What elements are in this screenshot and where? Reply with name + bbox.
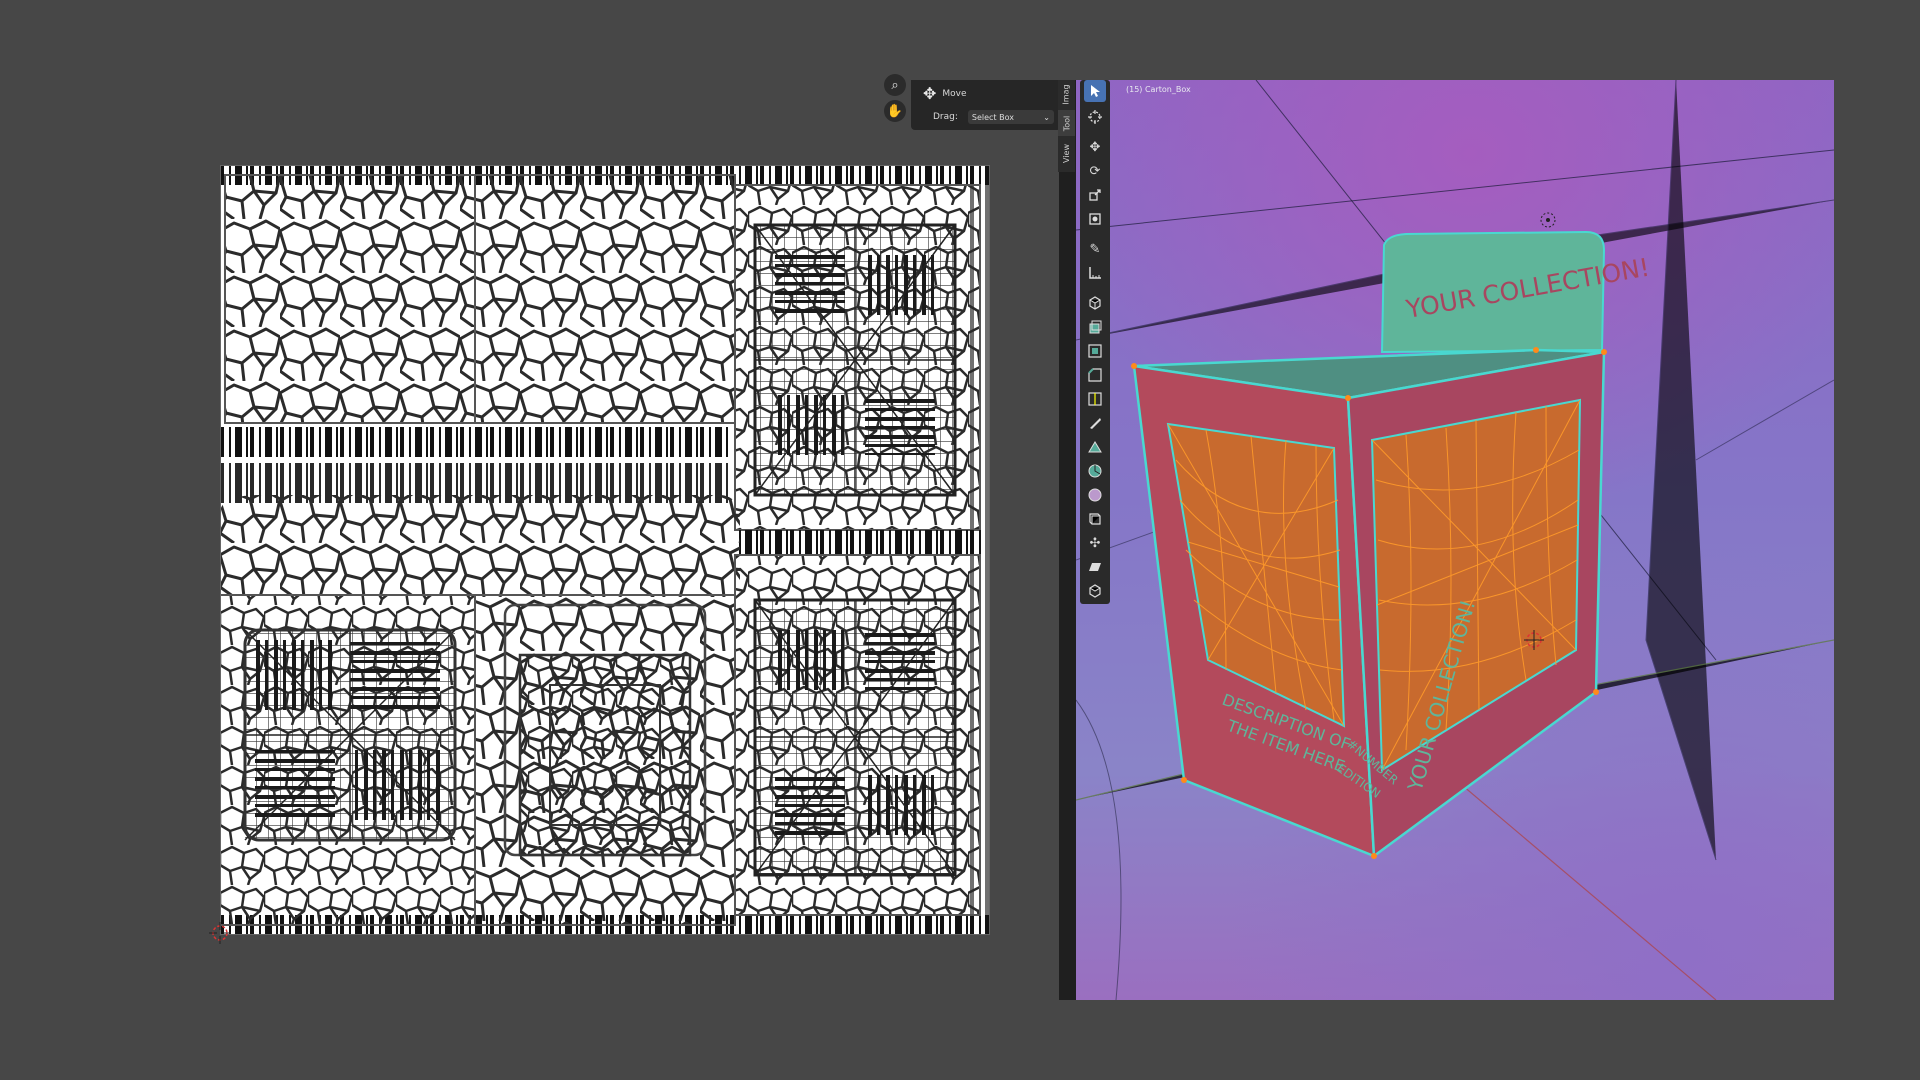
navigation-gizmos: ⌕ ✋ [884, 74, 908, 126]
measure-icon[interactable] [1084, 262, 1106, 284]
3d-viewport[interactable]: YOUR COLLECTION! YOUR COLLECTION! DESCRI… [1076, 80, 1834, 1000]
uv-2d-cursor-icon[interactable] [209, 922, 231, 944]
sidebar-tabs: Imag Tool View [1058, 80, 1075, 172]
light-gizmo-icon [1540, 212, 1556, 228]
select-box-icon[interactable] [1084, 80, 1106, 102]
chevron-down-icon: ⌄ [1043, 112, 1050, 122]
cursor-icon[interactable] [1084, 106, 1106, 128]
spin-icon[interactable] [1084, 460, 1106, 482]
active-tool-row: ✥ Move [923, 86, 967, 102]
edge-slide-icon[interactable] [1084, 508, 1106, 530]
tab-image[interactable]: Imag [1058, 80, 1075, 108]
poly-build-icon[interactable] [1084, 436, 1106, 458]
zoom-icon[interactable]: ⌕ [884, 74, 906, 96]
move-icon[interactable]: ✥ [1084, 136, 1106, 158]
bevel-icon[interactable] [1084, 364, 1106, 386]
hand-pan-icon[interactable]: ✋ [884, 100, 906, 122]
drag-mode-dropdown[interactable]: Select Box ⌄ [967, 110, 1054, 124]
drag-label: Drag: [933, 112, 958, 122]
inset-icon[interactable] [1084, 340, 1106, 362]
annotate-icon[interactable]: ✎ [1084, 238, 1106, 260]
scale-icon[interactable] [1084, 184, 1106, 206]
smooth-icon[interactable] [1084, 484, 1106, 506]
drag-setting-row: Drag: Select Box ⌄ [933, 110, 1054, 124]
extrude-icon[interactable] [1084, 316, 1106, 338]
drag-mode-value: Select Box [971, 112, 1014, 122]
loop-cut-icon[interactable] [1084, 388, 1106, 410]
add-cube-icon[interactable] [1084, 292, 1106, 314]
tab-tool[interactable]: Tool [1058, 110, 1075, 136]
viewport-toolbar: ✥ ⟳ ✎ ✣ [1080, 80, 1110, 604]
transform-icon[interactable] [1084, 208, 1106, 230]
viewport-frame [1059, 80, 1076, 1000]
shear-icon[interactable] [1084, 556, 1106, 578]
tool-settings-panel: ✥ Move Drag: Select Box ⌄ [911, 80, 1061, 130]
rip-icon[interactable] [1084, 580, 1106, 602]
knife-icon[interactable] [1084, 412, 1106, 434]
uv-texture-canvas[interactable] [220, 165, 990, 935]
shrink-fatten-icon[interactable]: ✣ [1084, 532, 1106, 554]
active-tool-label: Move [942, 89, 967, 99]
object-name-label: (15) Carton_Box [1126, 85, 1191, 94]
rotate-icon[interactable]: ⟳ [1084, 160, 1106, 182]
tab-view[interactable]: View [1058, 138, 1075, 168]
move-tool-icon: ✥ [923, 84, 937, 103]
